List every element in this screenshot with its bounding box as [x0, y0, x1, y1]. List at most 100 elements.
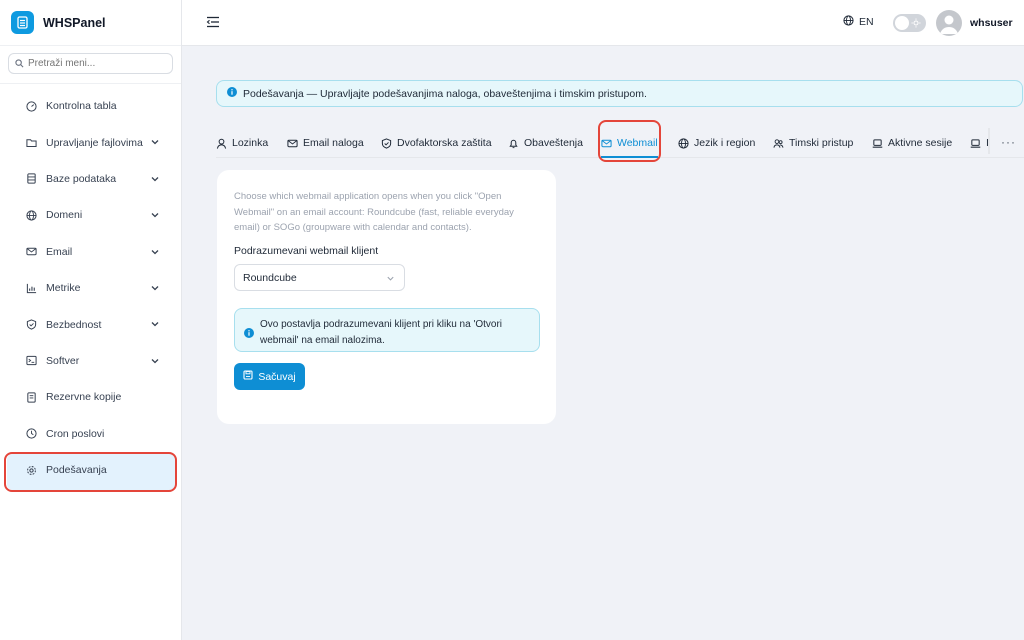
chevron-down-icon: [151, 285, 159, 291]
sidebar-item-label: Metrike: [46, 282, 81, 295]
sidebar-menu: Kontrolna tabla Upravljanje fajlovima Ba…: [0, 88, 182, 492]
menu-collapse-icon[interactable]: [206, 16, 220, 28]
sidebar-item-podesavanja[interactable]: Podešavanja: [0, 451, 182, 492]
chevron-down-icon: [151, 213, 159, 218]
tab-aktivne-sesije[interactable]: Aktivne sesije: [872, 128, 952, 158]
menu-search-input[interactable]: [28, 58, 168, 69]
bell-icon: [508, 138, 519, 149]
chevron-down-icon: [151, 176, 159, 182]
chevron-down-icon: [151, 358, 159, 364]
sidebar-item-baze-podataka[interactable]: Baze podataka: [0, 161, 182, 197]
info-banner: Podešavanja — Upravljajte podešavanjima …: [216, 80, 1023, 107]
sidebar-item-rezervne-kopije[interactable]: Rezervne kopije: [0, 379, 182, 415]
select-value: Roundcube: [243, 271, 297, 284]
globe-icon: [678, 137, 689, 149]
sidebar-item-softver[interactable]: Softver: [0, 343, 182, 379]
chevron-down-icon: [151, 249, 159, 254]
sun-icon: [911, 18, 921, 28]
tab-timski-pristup[interactable]: Timski pristup: [773, 128, 853, 158]
sidebar-item-label: Bezbednost: [46, 318, 102, 331]
globe-icon: [25, 209, 37, 221]
menu-search[interactable]: [8, 53, 173, 74]
tab-label: Dvofaktorska zaštita: [397, 137, 492, 149]
sidebar: WHSPanel Kontrolna tabla Upravljanje faj…: [0, 0, 182, 640]
sidebar-item-label: Domeni: [46, 209, 83, 222]
folder-icon: [25, 137, 37, 149]
chevron-down-icon: [387, 276, 394, 281]
webmail-settings-card: Choose which webmail application opens w…: [217, 170, 556, 424]
chevron-down-icon: [151, 140, 159, 145]
chevron-down-icon: [151, 322, 159, 327]
mail-icon: [287, 138, 298, 149]
avatar[interactable]: [936, 10, 962, 36]
sidebar-item-label: Rezervne kopije: [46, 391, 122, 404]
sidebar-item-label: Softver: [46, 354, 80, 367]
topbar: EN whsuser: [182, 0, 1024, 46]
tab-label: Aktivne sesije: [888, 137, 953, 149]
tab-email-naloga[interactable]: Email naloga: [287, 128, 364, 158]
chart-icon: [25, 282, 37, 294]
backup-icon: [25, 391, 37, 403]
mail-icon: [25, 246, 37, 258]
info-icon: [244, 325, 254, 343]
webmail-description: Choose which webmail application opens w…: [234, 191, 514, 233]
tab-label: Lozinka: [232, 137, 269, 149]
webmail-client-select[interactable]: Roundcube: [234, 264, 405, 291]
save-button-label: Sačuvaj: [258, 370, 296, 383]
webmail-client-label: Podrazumevani webmail klijent: [234, 245, 379, 257]
dashboard-icon: [25, 100, 37, 112]
sidebar-item-label: Podešavanja: [46, 464, 107, 477]
save-button[interactable]: Sačuvaj: [234, 363, 305, 390]
sidebar-item-label: Email: [46, 245, 73, 258]
app-name: WHSPanel: [43, 15, 106, 30]
tab-istorija[interactable]: Is: [970, 128, 988, 158]
toggle-knob: [895, 16, 909, 30]
sidebar-item-bezbednost[interactable]: Bezbednost: [0, 306, 182, 342]
brand[interactable]: WHSPanel: [0, 0, 181, 46]
sidebar-item-label: Kontrolna tabla: [46, 100, 117, 113]
globe-icon: [843, 15, 854, 29]
sidebar-item-label: Baze podataka: [46, 172, 117, 185]
search-icon: [15, 55, 24, 73]
shield-icon: [25, 319, 37, 331]
sidebar-item-email[interactable]: Email: [0, 234, 182, 270]
clock-icon: [25, 428, 37, 440]
info-icon: [227, 87, 237, 100]
sidebar-item-domeni[interactable]: Domeni: [0, 197, 182, 233]
sidebar-item-label: Upravljanje fajlovima: [46, 136, 143, 149]
banner-text: Podešavanja — Upravljajte podešavanjima …: [243, 87, 647, 100]
laptop-icon: [872, 138, 883, 149]
gear-icon: [25, 464, 37, 476]
tab-label: Email naloga: [303, 137, 364, 149]
note-text: Ovo postavlja podrazumevani klijent pri …: [260, 319, 503, 346]
sidebar-item-metrike[interactable]: Metrike: [0, 270, 182, 306]
tab-lozinka[interactable]: Lozinka: [216, 128, 268, 158]
sidebar-item-upravljanje-fajlovima[interactable]: Upravljanje fajlovima: [0, 124, 182, 160]
sidebar-item-label: Cron poslovi: [46, 427, 105, 440]
highlight-outline: [598, 120, 661, 162]
language-selector[interactable]: EN: [843, 15, 874, 29]
database-icon: [25, 173, 37, 185]
terminal-icon: [25, 355, 37, 367]
shield-check-icon: [381, 137, 392, 149]
user-icon: [216, 138, 227, 149]
tab-obavestenja[interactable]: Obaveštenja: [508, 128, 583, 158]
username[interactable]: whsuser: [970, 17, 1013, 29]
tab-jezik-i-region[interactable]: Jezik i region: [678, 128, 755, 158]
laptop-icon: [970, 138, 981, 149]
sidebar-divider: [0, 83, 181, 84]
tab-dvofaktorska-zastita[interactable]: Dvofaktorska zaštita: [381, 128, 492, 158]
sidebar-item-kontrolna-tabla[interactable]: Kontrolna tabla: [0, 88, 182, 124]
tab-label: Jezik i region: [694, 137, 756, 149]
webmail-info-note: Ovo postavlja podrazumevani klijent pri …: [234, 308, 540, 352]
save-icon: [243, 370, 253, 383]
tabs-scroll-edge: [988, 128, 990, 154]
users-icon: [773, 138, 784, 149]
server-logo-icon: [11, 11, 34, 34]
sidebar-item-cron-poslovi[interactable]: Cron poslovi: [0, 416, 182, 452]
tabs-more-button[interactable]: ···: [1001, 135, 1016, 149]
language-code: EN: [859, 16, 874, 28]
theme-toggle[interactable]: [893, 14, 926, 32]
tab-label: Obaveštenja: [524, 137, 583, 149]
tab-label: Timski pristup: [789, 137, 854, 149]
